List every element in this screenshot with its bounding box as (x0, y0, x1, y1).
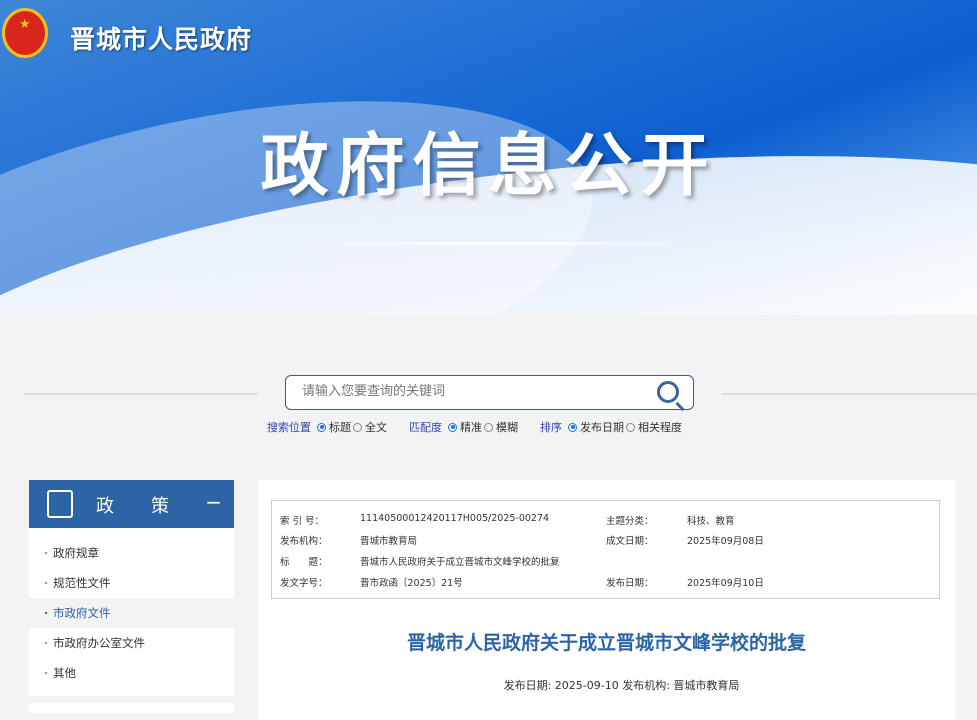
topic: 科技、教育 (687, 516, 735, 527)
search-icon[interactable] (657, 381, 679, 403)
label: 发布机构： (280, 536, 328, 547)
radio-fulltext[interactable] (353, 422, 362, 432)
search-options: 搜索位置 标题 全文 匹配度 精准 模糊 排序 发布日期 相关程度 (267, 419, 704, 435)
sidebar-item-rules[interactable]: 政府规章 (29, 538, 234, 568)
radio-date[interactable] (568, 422, 577, 432)
radio-label: 标题 (329, 421, 351, 434)
doc-title-field: 晋城市人民政府关于成立晋城市文峰学校的批复 (360, 557, 560, 568)
publish-date: 2025年09月10日 (687, 578, 764, 589)
collapse-icon[interactable]: − (205, 490, 222, 514)
radio-exact[interactable] (448, 422, 457, 432)
radio-label: 全文 (365, 421, 387, 434)
document-meta: 发布日期: 2025-09-10 发布机构: 晋城市教育局 (503, 679, 740, 692)
banner: ★ 晋城市人民政府 政府信息公开 (0, 0, 977, 315)
publisher: 晋城市教育局 (360, 536, 418, 547)
document-title: 晋城市人民政府关于成立晋城市文峰学校的批复 (406, 632, 806, 654)
label: 索 引 号： (280, 516, 325, 527)
search-box (285, 375, 694, 410)
sidebar-item-label: 市政府办公室文件 (53, 636, 145, 650)
radio-label: 模糊 (496, 421, 518, 434)
sidebar: 政 策 − 政府规章 规范性文件 市政府文件 市政府办公室文件 其他 (29, 480, 234, 696)
sidebar-item-office-docs[interactable]: 市政府办公室文件 (29, 628, 234, 658)
sidebar-item-label: 政府规章 (53, 546, 99, 560)
sidebar-item-label: 其他 (53, 666, 76, 680)
label: 发文字号： (280, 578, 328, 589)
index-number: 11140500012420117H005/2025-00274 (360, 513, 550, 524)
sidebar-item-other[interactable]: 其他 (29, 658, 234, 688)
option-label: 排序 (540, 421, 562, 434)
main-content: 索 引 号： 11140500012420117H005/2025-00274 … (258, 480, 955, 720)
radio-relevance[interactable] (626, 422, 635, 432)
sidebar-item-normative[interactable]: 规范性文件 (29, 568, 234, 598)
label: 成文日期： (606, 536, 654, 547)
divider (722, 393, 977, 395)
radio-title[interactable] (317, 422, 326, 432)
sidebar-section (29, 703, 234, 713)
radio-fuzzy[interactable] (484, 422, 493, 432)
radio-label: 发布日期 (580, 421, 624, 434)
label: 标 题： (280, 557, 328, 568)
sidebar-title: 策 (151, 496, 169, 517)
option-label: 搜索位置 (267, 421, 311, 434)
banner-title: 政府信息公开 (260, 127, 717, 206)
sidebar-item-city-gov-docs[interactable]: 市政府文件 (29, 598, 234, 628)
radio-label: 精准 (460, 421, 482, 434)
sidebar-item-label: 规范性文件 (53, 576, 111, 590)
sidebar-header[interactable]: 政 策 − (29, 480, 234, 528)
sidebar-item-label: 市政府文件 (53, 606, 111, 620)
site-name[interactable]: 晋城市人民政府 (70, 20, 252, 56)
book-icon (47, 490, 73, 518)
written-date: 2025年09月08日 (687, 536, 764, 547)
divider (25, 393, 258, 395)
info-table: 索 引 号： 11140500012420117H005/2025-00274 … (271, 500, 940, 599)
national-emblem-icon: ★ (2, 8, 48, 58)
label: 主题分类： (606, 516, 654, 527)
sidebar-title: 政 (96, 496, 114, 517)
label: 发布日期： (606, 578, 654, 589)
radio-label: 相关程度 (638, 421, 682, 434)
doc-number: 晋市政函〔2025〕21号 (360, 578, 463, 589)
option-label: 匹配度 (409, 421, 442, 434)
search-input[interactable] (302, 384, 642, 399)
